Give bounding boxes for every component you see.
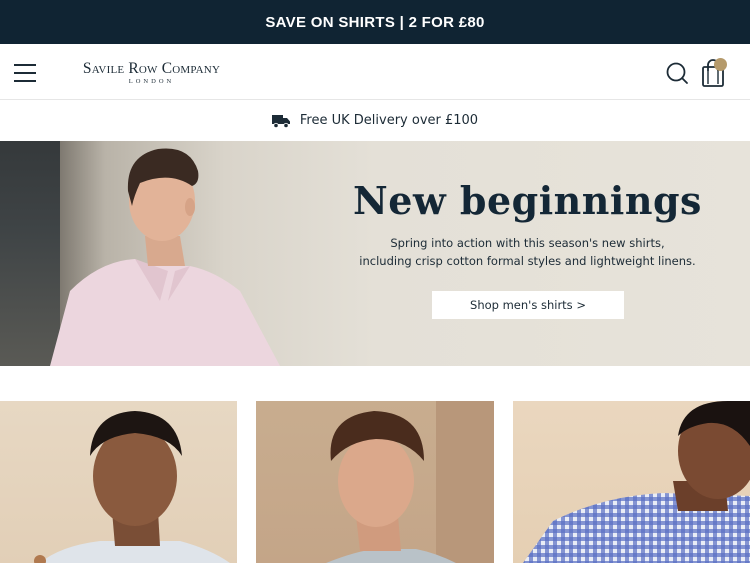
product-image [523,401,750,563]
product-tile[interactable] [256,401,494,563]
delivery-text: Free UK Delivery over £100 [299,113,479,128]
product-image [326,401,494,563]
site-header: Savile Row Company LONDON [0,44,750,100]
hero-subtitle-line2: including crisp cotton formal styles and… [359,254,696,268]
shopping-bag-icon[interactable] [700,58,728,88]
truck-icon [271,114,290,128]
product-tile[interactable] [513,401,750,563]
hero-banner[interactable]: New beginnings Spring into action with t… [0,141,750,366]
hero-model-image [50,148,280,366]
logo[interactable]: Savile Row Company LONDON [64,61,239,86]
hero-subtitle-line1: Spring into action with this season's ne… [390,236,665,250]
hero-title: New beginnings [353,178,702,223]
product-tile[interactable] [0,401,237,563]
product-image [34,411,230,563]
logo-wordmark: Savile Row Company [82,60,221,77]
menu-icon[interactable] [14,64,36,82]
promo-text: SAVE ON SHIRTS | 2 FOR £80 [265,13,485,31]
logo-subtitle: LONDON [128,78,175,85]
delivery-banner: Free UK Delivery over £100 [0,100,750,141]
search-icon[interactable] [665,61,689,85]
shop-mens-shirts-button[interactable]: Shop men's shirts > [432,291,624,319]
promo-banner[interactable]: SAVE ON SHIRTS | 2 FOR £80 [0,0,750,44]
hero-subtitle: Spring into action with this season's ne… [345,234,710,270]
cart-badge [714,58,727,71]
